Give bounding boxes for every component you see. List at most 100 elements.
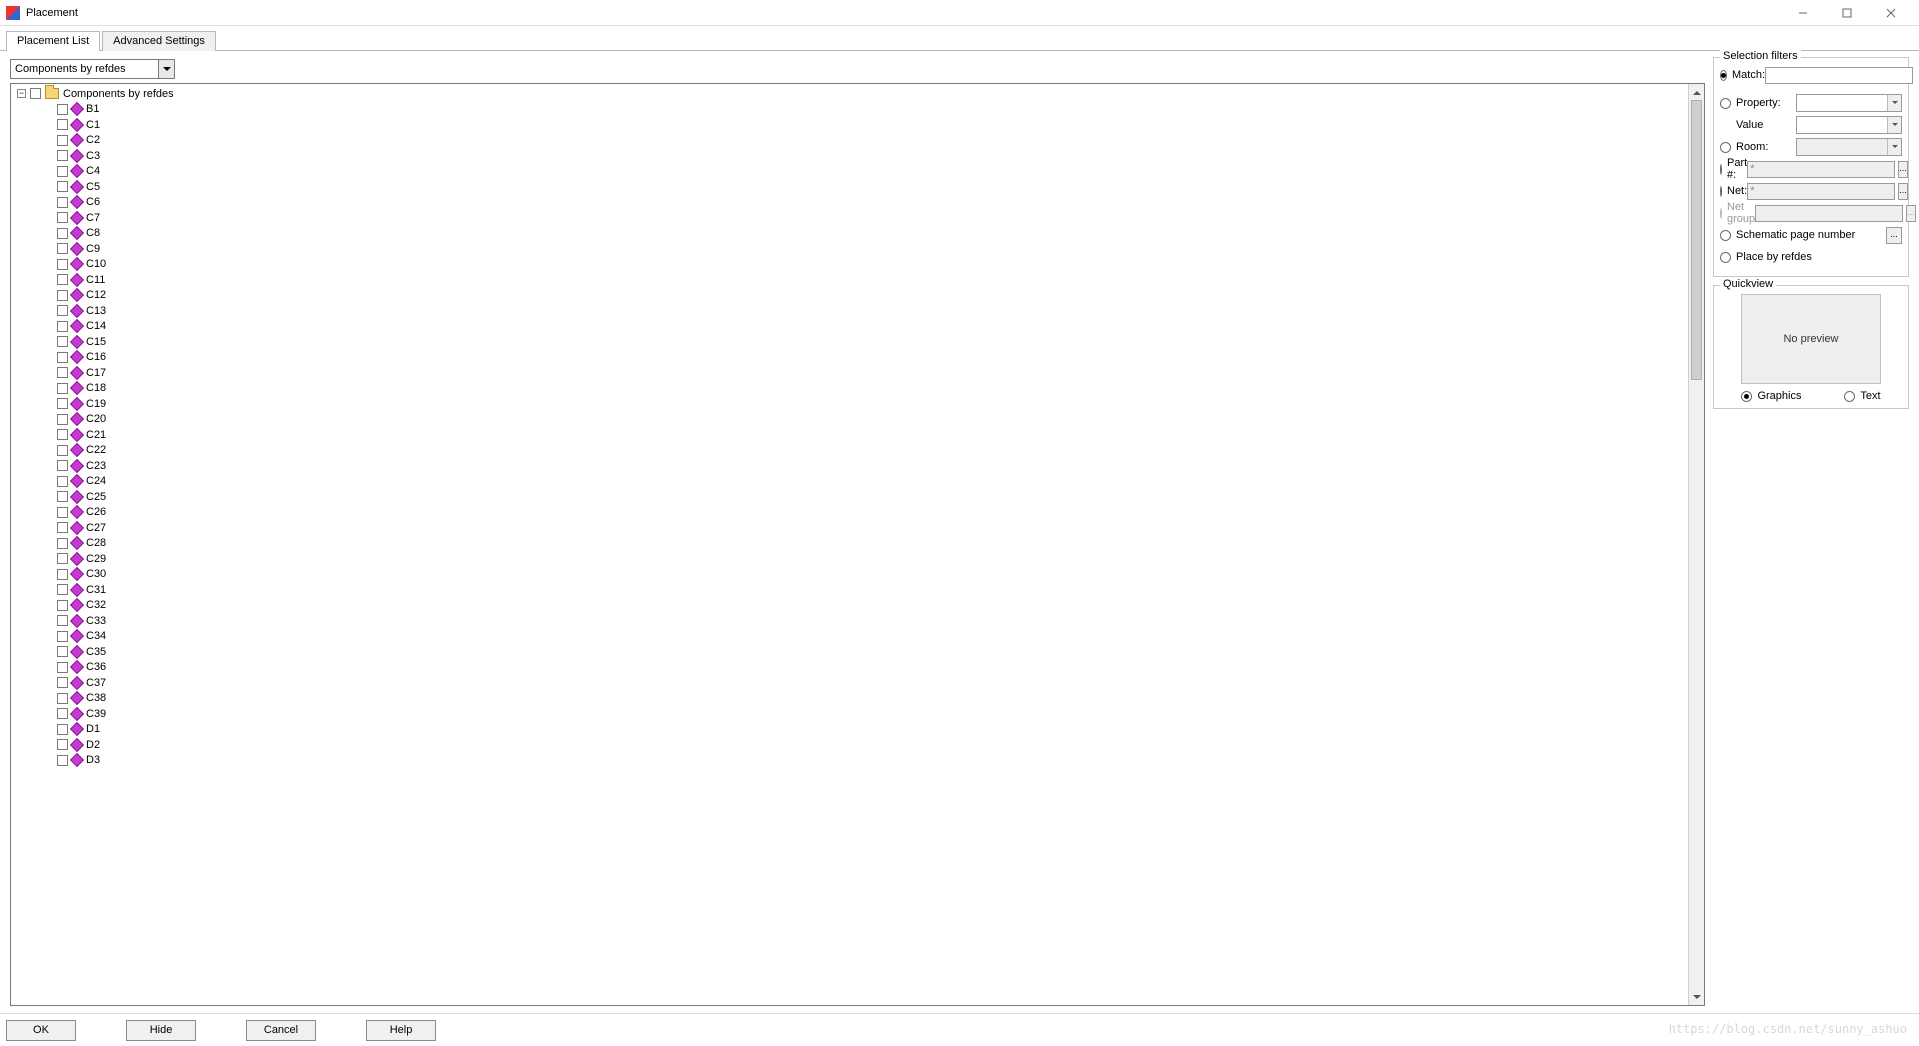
filter-net-browse[interactable]: ... xyxy=(1898,183,1908,200)
tree-item-checkbox[interactable] xyxy=(57,414,68,425)
tree-item[interactable]: C22 xyxy=(17,443,1688,459)
tree-item[interactable]: B1 xyxy=(17,102,1688,118)
tree-item[interactable]: C35 xyxy=(17,644,1688,660)
tree-item[interactable]: C19 xyxy=(17,396,1688,412)
tree-item[interactable]: C28 xyxy=(17,536,1688,552)
tree-item-checkbox[interactable] xyxy=(57,662,68,673)
filter-placeby-radio[interactable] xyxy=(1720,252,1731,263)
tree-item-checkbox[interactable] xyxy=(57,336,68,347)
tree-item[interactable]: C18 xyxy=(17,381,1688,397)
tree-item[interactable]: C21 xyxy=(17,427,1688,443)
tree-item-checkbox[interactable] xyxy=(57,367,68,378)
tree-item-checkbox[interactable] xyxy=(57,724,68,735)
tree-item-checkbox[interactable] xyxy=(57,212,68,223)
tree-item[interactable]: C16 xyxy=(17,350,1688,366)
tree-item-checkbox[interactable] xyxy=(57,181,68,192)
scroll-thumb[interactable] xyxy=(1691,100,1702,380)
tree-item-checkbox[interactable] xyxy=(57,522,68,533)
filter-part-input[interactable] xyxy=(1747,161,1895,178)
tree-item[interactable]: C27 xyxy=(17,520,1688,536)
tree-item-checkbox[interactable] xyxy=(57,631,68,642)
tree-item[interactable]: C6 xyxy=(17,195,1688,211)
tree-item-checkbox[interactable] xyxy=(57,739,68,750)
tree-item-checkbox[interactable] xyxy=(57,460,68,471)
tree-item-checkbox[interactable] xyxy=(57,119,68,130)
filter-match-input[interactable] xyxy=(1765,67,1913,84)
tree-item-checkbox[interactable] xyxy=(57,398,68,409)
tree-item[interactable]: C14 xyxy=(17,319,1688,335)
tree-item[interactable]: C10 xyxy=(17,257,1688,273)
quickview-graphics-radio[interactable] xyxy=(1741,391,1752,402)
view-dropdown[interactable]: Components by refdes xyxy=(10,59,175,79)
tree-item[interactable]: C30 xyxy=(17,567,1688,583)
tree-item-checkbox[interactable] xyxy=(57,693,68,704)
tree-item-checkbox[interactable] xyxy=(57,491,68,502)
tree-item-checkbox[interactable] xyxy=(57,321,68,332)
tree-item[interactable]: C38 xyxy=(17,691,1688,707)
filter-schematic-radio[interactable] xyxy=(1720,230,1731,241)
tree-item-checkbox[interactable] xyxy=(57,600,68,611)
tree-item-checkbox[interactable] xyxy=(57,584,68,595)
tree-item[interactable]: C32 xyxy=(17,598,1688,614)
tree-item[interactable]: C23 xyxy=(17,458,1688,474)
tree-item[interactable]: C9 xyxy=(17,241,1688,257)
ok-button[interactable]: OK xyxy=(6,1020,76,1041)
tree-item-checkbox[interactable] xyxy=(57,755,68,766)
filter-property-radio[interactable] xyxy=(1720,98,1731,109)
tree-item[interactable]: D1 xyxy=(17,722,1688,738)
tree-item-checkbox[interactable] xyxy=(57,104,68,115)
tree-item-checkbox[interactable] xyxy=(57,135,68,146)
tab-advanced-settings[interactable]: Advanced Settings xyxy=(102,31,216,51)
tree-item[interactable]: C26 xyxy=(17,505,1688,521)
tree-item[interactable]: C25 xyxy=(17,489,1688,505)
tree-item[interactable]: C39 xyxy=(17,706,1688,722)
tree-item-checkbox[interactable] xyxy=(57,150,68,161)
tree-item-checkbox[interactable] xyxy=(57,553,68,564)
tree-item-checkbox[interactable] xyxy=(57,507,68,518)
hide-button[interactable]: Hide xyxy=(126,1020,196,1041)
tree-item[interactable]: C24 xyxy=(17,474,1688,490)
tree-item[interactable]: C17 xyxy=(17,365,1688,381)
tree-item-checkbox[interactable] xyxy=(57,677,68,688)
tree-item-checkbox[interactable] xyxy=(57,197,68,208)
filter-part-browse[interactable]: ... xyxy=(1898,161,1908,178)
tree-item[interactable]: C2 xyxy=(17,133,1688,149)
tree-item-checkbox[interactable] xyxy=(57,445,68,456)
tree-item-checkbox[interactable] xyxy=(57,538,68,549)
filter-net-input[interactable] xyxy=(1747,183,1895,200)
tree-item[interactable]: C33 xyxy=(17,613,1688,629)
filter-schematic-browse[interactable]: ... xyxy=(1886,227,1902,244)
tree-item[interactable]: C3 xyxy=(17,148,1688,164)
tree-item[interactable]: C36 xyxy=(17,660,1688,676)
tree-item-checkbox[interactable] xyxy=(57,166,68,177)
scroll-up-icon[interactable] xyxy=(1689,84,1704,100)
tree-item-checkbox[interactable] xyxy=(57,274,68,285)
filter-part-radio[interactable] xyxy=(1720,164,1722,175)
maximize-button[interactable] xyxy=(1825,0,1869,26)
tree-item[interactable]: C8 xyxy=(17,226,1688,242)
tab-placement-list[interactable]: Placement List xyxy=(6,31,100,51)
tree-item[interactable]: D2 xyxy=(17,737,1688,753)
component-tree[interactable]: −Components by refdesB1C1C2C3C4C5C6C7C8C… xyxy=(11,84,1688,1005)
tree-item-checkbox[interactable] xyxy=(57,290,68,301)
tree-item[interactable]: C13 xyxy=(17,303,1688,319)
cancel-button[interactable]: Cancel xyxy=(246,1020,316,1041)
tree-item-checkbox[interactable] xyxy=(57,383,68,394)
filter-room-radio[interactable] xyxy=(1720,142,1731,153)
tree-item[interactable]: C37 xyxy=(17,675,1688,691)
tree-root[interactable]: −Components by refdes xyxy=(17,86,1688,102)
tree-item[interactable]: C15 xyxy=(17,334,1688,350)
tree-item-checkbox[interactable] xyxy=(57,259,68,270)
tree-item-checkbox[interactable] xyxy=(57,615,68,626)
help-button[interactable]: Help xyxy=(366,1020,436,1041)
tree-item[interactable]: C5 xyxy=(17,179,1688,195)
tree-root-checkbox[interactable] xyxy=(30,88,41,99)
close-button[interactable] xyxy=(1869,0,1913,26)
tree-item[interactable]: C4 xyxy=(17,164,1688,180)
tree-item[interactable]: C1 xyxy=(17,117,1688,133)
tree-item-checkbox[interactable] xyxy=(57,305,68,316)
collapse-icon[interactable]: − xyxy=(17,89,26,98)
scroll-down-icon[interactable] xyxy=(1689,989,1704,1005)
tree-item-checkbox[interactable] xyxy=(57,708,68,719)
quickview-text-radio[interactable] xyxy=(1844,391,1855,402)
